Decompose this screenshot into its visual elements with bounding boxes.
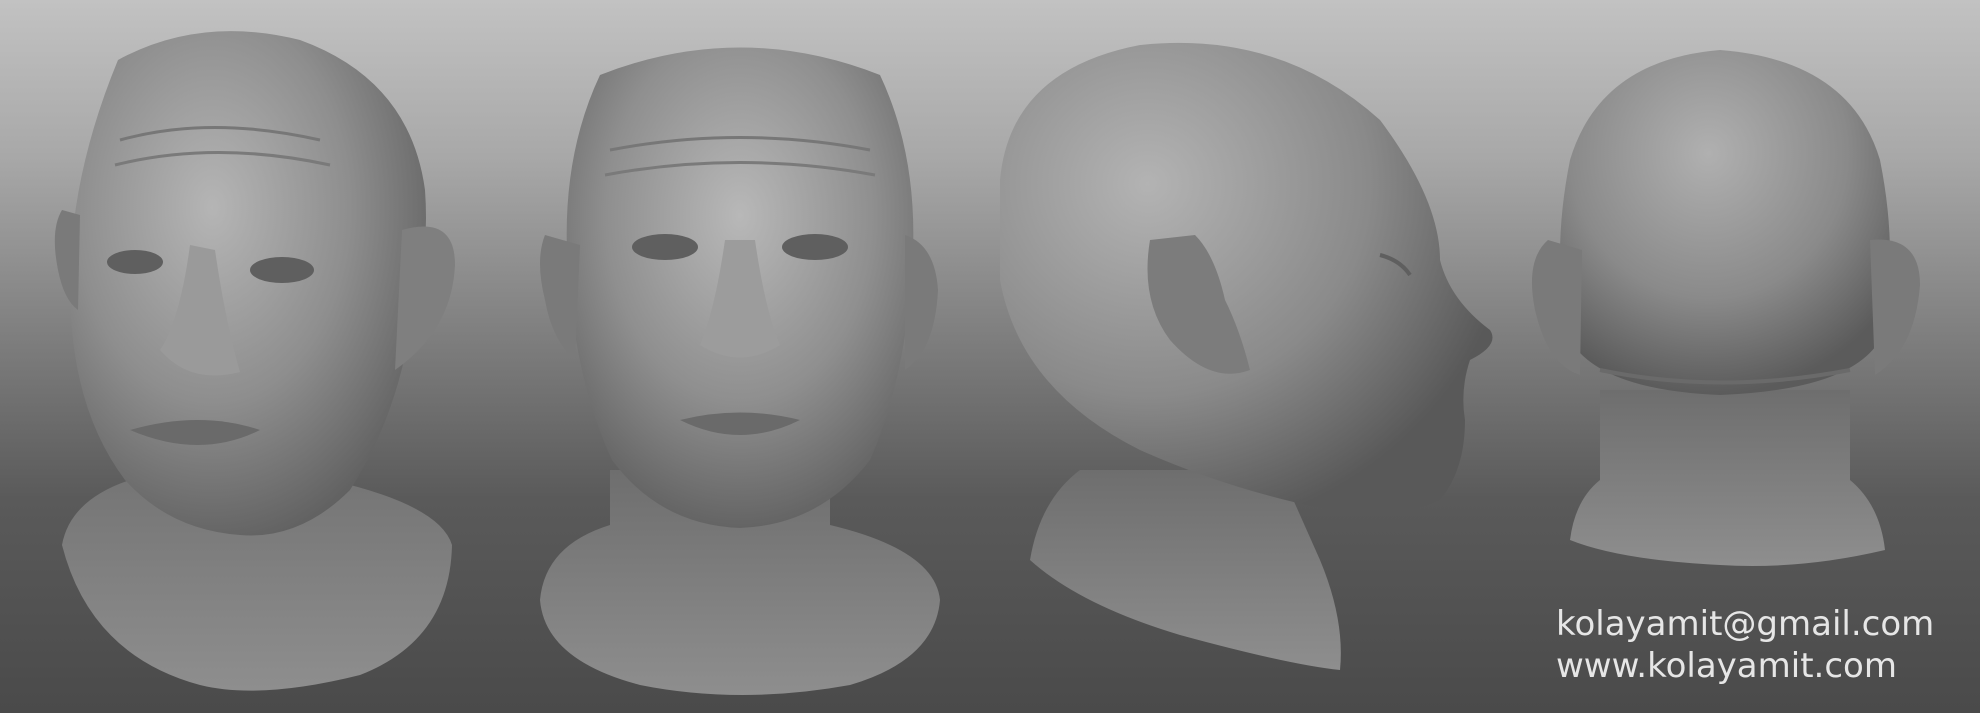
turnaround-canvas: kolayamit@gmail.com www.kolayamit.com <box>0 0 1980 713</box>
head-view-front <box>540 47 940 695</box>
head-view-three-quarter <box>54 31 455 691</box>
website-text: www.kolayamit.com <box>1556 646 1897 686</box>
contact-info: kolayamit@gmail.com www.kolayamit.com <box>1556 603 1956 687</box>
email-text: kolayamit@gmail.com <box>1556 604 1935 644</box>
head-view-profile <box>1000 42 1493 670</box>
head-view-back <box>1531 50 1920 566</box>
